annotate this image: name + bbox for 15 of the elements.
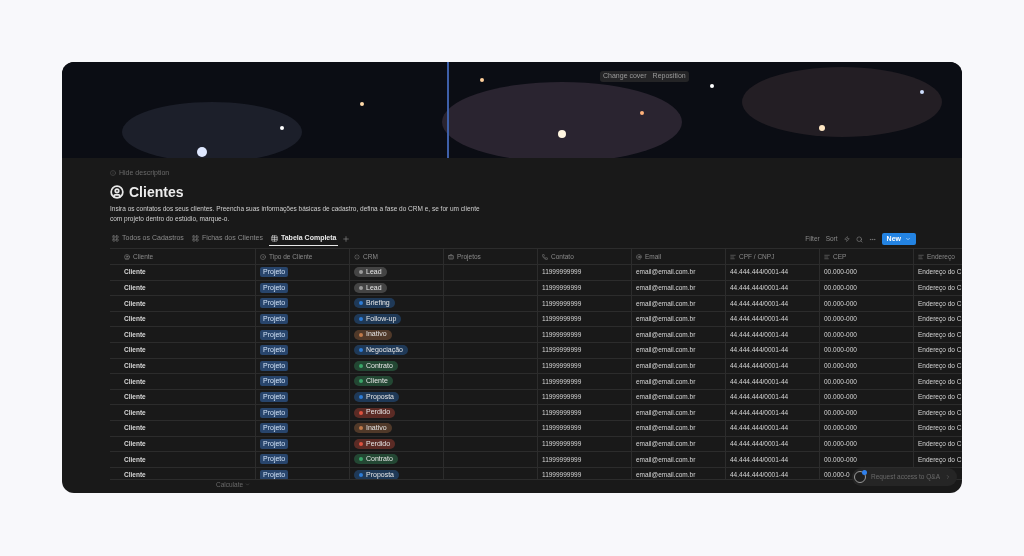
table-icon bbox=[112, 235, 119, 242]
person-icon bbox=[110, 185, 124, 199]
email-icon bbox=[636, 253, 642, 260]
phone-icon bbox=[542, 253, 548, 260]
chevron-right-icon bbox=[945, 474, 951, 480]
person-icon bbox=[124, 253, 130, 260]
info-icon bbox=[110, 170, 116, 176]
chevron-down-icon bbox=[905, 236, 911, 242]
search-icon[interactable] bbox=[855, 235, 863, 243]
lightning-icon[interactable] bbox=[843, 236, 850, 242]
table-icon bbox=[270, 235, 278, 242]
table-icon bbox=[191, 235, 199, 242]
plus-icon[interactable] bbox=[342, 235, 351, 243]
page-title: Clientes bbox=[129, 183, 184, 201]
assistant-icon bbox=[854, 471, 866, 483]
